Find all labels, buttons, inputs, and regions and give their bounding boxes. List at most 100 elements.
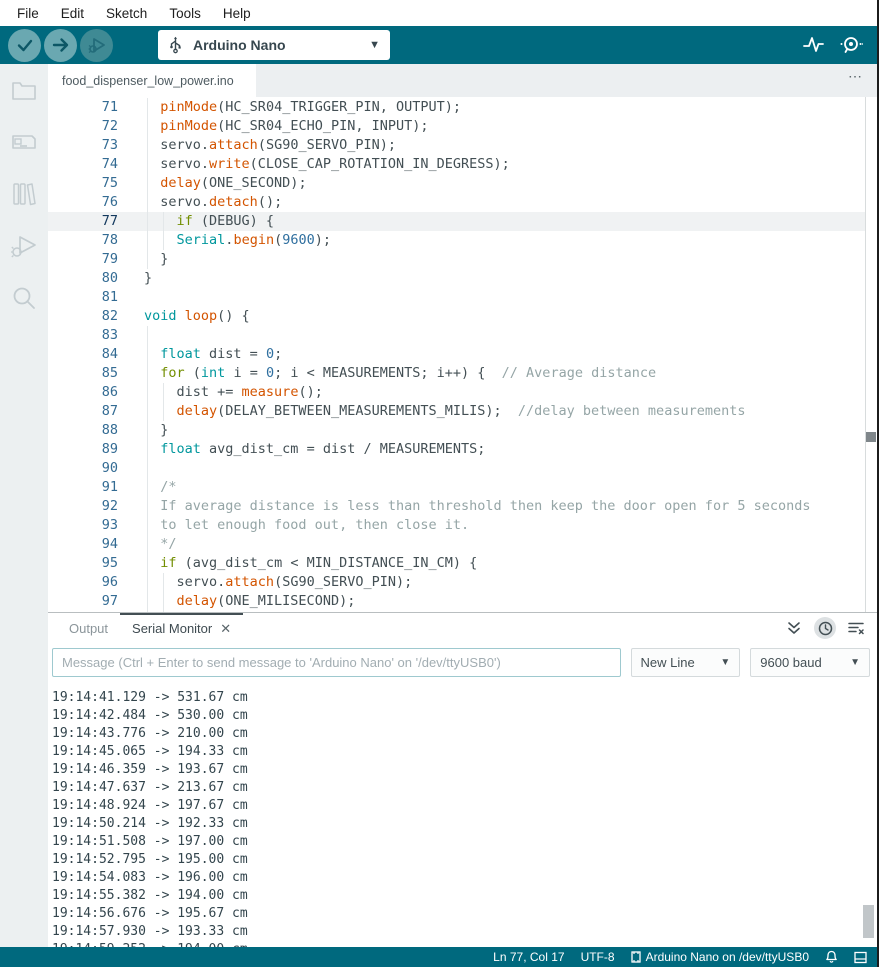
line-number: 91: [48, 478, 144, 497]
status-bar: Ln 77, Col 17 UTF-8 Arduino Nano on /dev…: [0, 947, 877, 967]
line-number: 75: [48, 174, 144, 193]
upload-button[interactable]: [44, 29, 77, 62]
code-text: to let enough food out, then close it.: [144, 516, 865, 535]
menu-bar: FileEditSketchToolsHelp: [0, 0, 877, 26]
code-line-86[interactable]: 86 dist += measure();: [48, 383, 865, 402]
clear-output-button[interactable]: [845, 617, 867, 639]
code-text: float avg_dist_cm = dist / MEASUREMENTS;: [144, 440, 865, 459]
panel-layout-icon: [854, 951, 867, 964]
editor-scrollbar[interactable]: [865, 97, 877, 612]
code-line-81[interactable]: 81: [48, 288, 865, 307]
encoding-indicator[interactable]: UTF-8: [581, 950, 615, 964]
boards-manager-icon[interactable]: [10, 128, 38, 156]
code-line-76[interactable]: 76 servo.detach();: [48, 193, 865, 212]
menu-item-file[interactable]: File: [6, 6, 50, 21]
code-line-88[interactable]: 88 }: [48, 421, 865, 440]
code-text: delay(DELAY_BETWEEN_MEASUREMENTS_MILIS);…: [144, 402, 865, 421]
debugger-icon[interactable]: [10, 232, 38, 260]
line-number: 89: [48, 440, 144, 459]
code-line-74[interactable]: 74 servo.write(CLOSE_CAP_ROTATION_IN_DEG…: [48, 155, 865, 174]
code-text: if (DEBUG) {: [144, 212, 865, 231]
code-line-84[interactable]: 84 float dist = 0;: [48, 345, 865, 364]
code-line-87[interactable]: 87 delay(DELAY_BETWEEN_MEASUREMENTS_MILI…: [48, 402, 865, 421]
usb-icon: [168, 36, 183, 54]
menu-item-edit[interactable]: Edit: [50, 6, 95, 21]
debug-button: [80, 29, 113, 62]
code-line-77[interactable]: 77 if (DEBUG) {: [48, 212, 865, 231]
line-number: 90: [48, 459, 144, 478]
toolbar-right-actions: [801, 33, 877, 57]
code-line-92[interactable]: 92 If average distance is less than thre…: [48, 497, 865, 516]
menu-item-help[interactable]: Help: [212, 6, 262, 21]
code-line-80[interactable]: 80}: [48, 269, 865, 288]
code-text: If average distance is less than thresho…: [144, 497, 865, 516]
board-selector-dropdown[interactable]: Arduino Nano ▼: [158, 30, 390, 60]
code-line-93[interactable]: 93 to let enough food out, then close it…: [48, 516, 865, 535]
search-icon[interactable]: [10, 284, 38, 312]
line-number: 93: [48, 516, 144, 535]
chevron-down-icon: ▼: [720, 657, 730, 668]
serial-output-line: 19:14:57.930 -> 193.33 cm: [52, 923, 877, 941]
sketchbook-folder-icon[interactable]: [10, 76, 38, 104]
line-number: 77: [48, 212, 144, 231]
line-number: 88: [48, 421, 144, 440]
code-line-94[interactable]: 94 */: [48, 535, 865, 554]
code-line-73[interactable]: 73 servo.attach(SG90_SERVO_PIN);: [48, 136, 865, 155]
code-line-90[interactable]: 90: [48, 459, 865, 478]
close-icon[interactable]: ✕: [220, 621, 231, 637]
notifications-bell-button[interactable]: [825, 950, 838, 964]
editor-scrollbar-thumb[interactable]: [866, 432, 876, 442]
code-line-72[interactable]: 72 pinMode(HC_SR04_ECHO_PIN, INPUT);: [48, 117, 865, 136]
serial-output-line: 19:14:42.484 -> 530.00 cm: [52, 707, 877, 725]
code-text: [144, 326, 865, 345]
code-line-89[interactable]: 89 float avg_dist_cm = dist / MEASUREMEN…: [48, 440, 865, 459]
serial-monitor-output[interactable]: 19:14:41.129 -> 531.67 cm19:14:42.484 ->…: [48, 681, 877, 947]
serial-message-input[interactable]: [52, 648, 621, 677]
code-line-85[interactable]: 85 for (int i = 0; i < MEASUREMENTS; i++…: [48, 364, 865, 383]
tab-serial-monitor[interactable]: Serial Monitor ✕: [120, 613, 243, 643]
tab-overflow-menu[interactable]: ⋯: [848, 68, 863, 85]
code-line-75[interactable]: 75 delay(ONE_SECOND);: [48, 174, 865, 193]
line-number: 95: [48, 554, 144, 573]
serial-output-line: 19:14:46.359 -> 193.67 cm: [52, 761, 877, 779]
serial-plotter-button[interactable]: [801, 33, 825, 57]
serial-output-line: 19:14:41.129 -> 531.67 cm: [52, 689, 877, 707]
code-line-82[interactable]: 82void loop() {: [48, 307, 865, 326]
code-line-91[interactable]: 91 /*: [48, 478, 865, 497]
verify-button[interactable]: [8, 29, 41, 62]
timestamp-toggle-button[interactable]: [814, 617, 836, 639]
bell-icon: [825, 950, 838, 964]
tab-food-dispenser-low-power[interactable]: food_dispenser_low_power.ino: [48, 64, 256, 97]
menu-item-sketch[interactable]: Sketch: [95, 6, 158, 21]
code-line-71[interactable]: 71 pinMode(HC_SR04_TRIGGER_PIN, OUTPUT);: [48, 98, 865, 117]
code-text: pinMode(HC_SR04_ECHO_PIN, INPUT);: [144, 117, 865, 136]
line-ending-select[interactable]: New Line ▼: [631, 648, 741, 677]
serial-output-line: 19:14:52.795 -> 195.00 cm: [52, 851, 877, 869]
serial-monitor-icon: [839, 35, 863, 55]
menu-item-tools[interactable]: Tools: [158, 6, 212, 21]
serial-monitor-button[interactable]: [839, 33, 863, 57]
serial-output-line: 19:14:48.924 -> 197.67 cm: [52, 797, 877, 815]
code-line-97[interactable]: 97 delay(ONE_MILISECOND);: [48, 592, 865, 611]
code-line-79[interactable]: 79 }: [48, 250, 865, 269]
code-editor[interactable]: 71 pinMode(HC_SR04_TRIGGER_PIN, OUTPUT);…: [48, 97, 877, 612]
collapse-panel-button[interactable]: [783, 617, 805, 639]
line-number: 84: [48, 345, 144, 364]
tab-output[interactable]: Output: [57, 613, 120, 643]
code-text: servo.write(CLOSE_CAP_ROTATION_IN_DEGRES…: [144, 155, 865, 174]
serial-output-line: 19:14:51.508 -> 197.00 cm: [52, 833, 877, 851]
code-line-95[interactable]: 95 if (avg_dist_cm < MIN_DISTANCE_IN_CM)…: [48, 554, 865, 573]
code-line-83[interactable]: 83: [48, 326, 865, 345]
baud-rate-select[interactable]: 9600 baud ▼: [750, 648, 870, 677]
board-connection-status[interactable]: Arduino Nano on /dev/ttyUSB0: [631, 950, 809, 964]
code-line-96[interactable]: 96 servo.attach(SG90_SERVO_PIN);: [48, 573, 865, 592]
line-number: 83: [48, 326, 144, 345]
cursor-position[interactable]: Ln 77, Col 17: [493, 950, 564, 964]
code-text: pinMode(HC_SR04_TRIGGER_PIN, OUTPUT);: [144, 98, 865, 117]
toggle-panel-button[interactable]: [854, 951, 867, 964]
output-scrollbar-thumb[interactable]: [863, 905, 874, 938]
library-manager-icon[interactable]: [10, 180, 38, 208]
line-number: 78: [48, 231, 144, 250]
code-text: float dist = 0;: [144, 345, 865, 364]
code-line-78[interactable]: 78 Serial.begin(9600);: [48, 231, 865, 250]
